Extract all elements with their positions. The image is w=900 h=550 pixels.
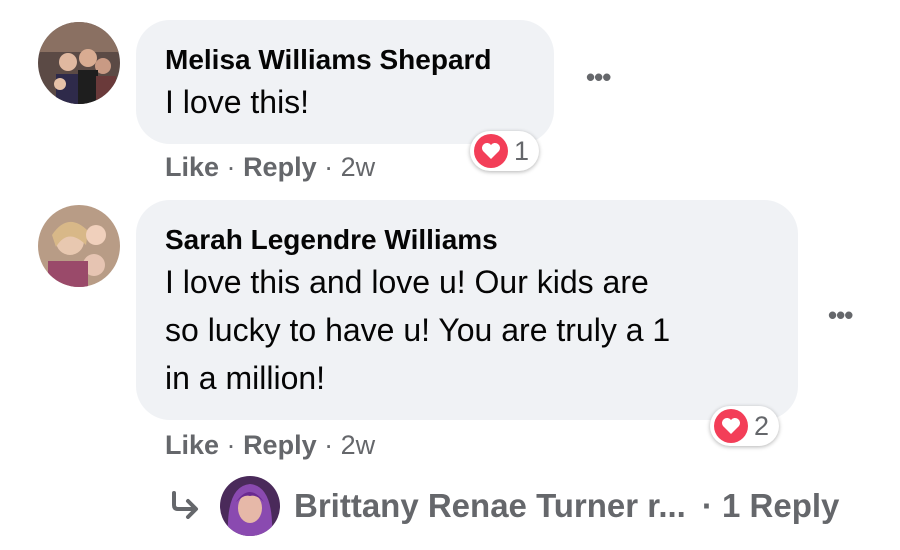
view-replies-row[interactable]: Brittany Renae Turner r... · 1 Reply	[168, 476, 839, 536]
comment-actions: Like · Reply · 2w	[165, 430, 375, 461]
reply-avatar[interactable]	[220, 476, 280, 536]
reply-button[interactable]: Reply	[243, 430, 317, 460]
comment-author[interactable]: Sarah Legendre Williams	[165, 224, 498, 256]
comment-text-line: I love this and love u! Our kids are	[165, 264, 649, 300]
reaction-badge[interactable]: 2	[710, 406, 780, 446]
separator: ·	[324, 430, 334, 460]
separator: ·	[226, 152, 236, 182]
comment-actions: Like · Reply · 2w	[165, 152, 375, 183]
like-button[interactable]: Like	[165, 430, 219, 460]
more-options-icon[interactable]: •••	[586, 62, 611, 93]
more-options-icon[interactable]: •••	[828, 300, 853, 331]
comment-text-line: so lucky to have u! You are truly a 1	[165, 312, 671, 348]
heart-icon	[474, 134, 508, 168]
heart-icon	[714, 409, 748, 443]
comment-time[interactable]: 2w	[341, 152, 376, 182]
reaction-badge[interactable]: 1	[470, 131, 540, 171]
reaction-count: 1	[514, 135, 530, 166]
reply-button[interactable]: Reply	[243, 152, 317, 182]
separator: ·	[226, 430, 236, 460]
comment-text: I love this!	[165, 78, 309, 126]
reply-author[interactable]: Brittany Renae Turner r...	[294, 487, 686, 525]
like-button[interactable]: Like	[165, 152, 219, 182]
avatar-photo	[38, 205, 120, 287]
replies-count[interactable]: · 1 Reply	[702, 487, 840, 525]
separator: ·	[324, 152, 334, 182]
comment-text-line: in a million!	[165, 360, 326, 396]
comment-time[interactable]: 2w	[341, 430, 376, 460]
reaction-count: 2	[754, 410, 770, 441]
comment-author[interactable]: Melisa Williams Shepard	[165, 44, 492, 76]
reply-arrow-icon	[168, 489, 204, 524]
avatar-photo	[38, 22, 120, 104]
avatar-melisa[interactable]	[38, 22, 120, 104]
comment-text-line: I love this!	[165, 84, 310, 120]
comment-text: I love this and love u! Our kids are so …	[165, 258, 670, 402]
avatar-sarah[interactable]	[38, 205, 120, 287]
